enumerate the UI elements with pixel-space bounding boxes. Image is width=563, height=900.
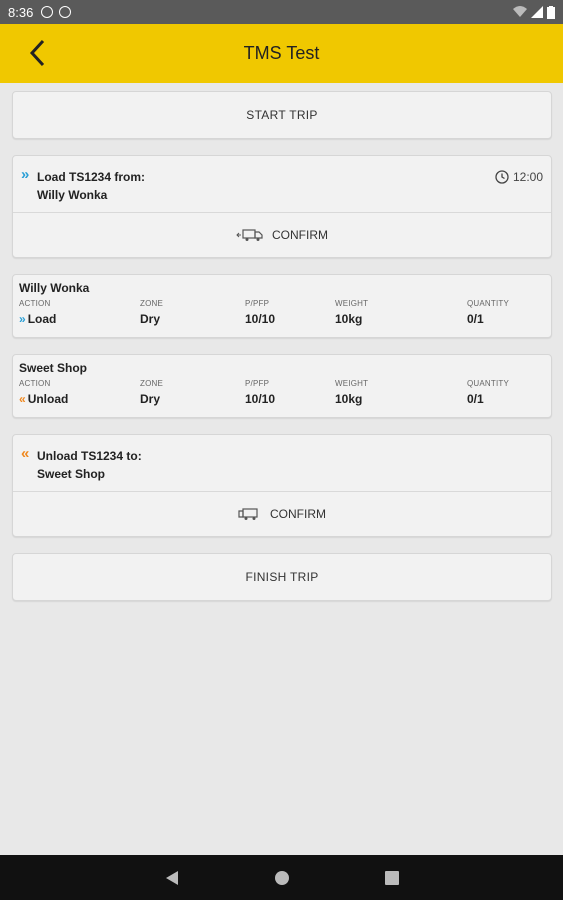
load-task-time: 12:00 [495,168,543,186]
load-time-text: 12:00 [512,170,543,184]
action-header: ACTION [19,379,51,388]
zone-value: Dry [140,312,161,326]
page-title: TMS Test [243,43,320,63]
stop-name: Willy Wonka [19,281,90,295]
back-button[interactable] [22,38,52,68]
nav-back-icon [165,870,178,885]
stop-details: ACTION ZONE P/PFP WEIGHT QUANTITY » Load … [19,299,545,326]
zone-header: ZONE [140,379,164,388]
load-confirm-button[interactable]: CONFIRM [13,212,551,257]
action-value: » Load [19,312,140,326]
nav-recents-button[interactable] [382,868,402,888]
nav-home-button[interactable] [272,868,292,888]
wifi-icon [513,6,527,17]
sync-icon [59,6,72,18]
system-nav-bar [0,855,563,900]
unload-task-card: « Unload TS1234 to: Sweet Shop CONFIRM [12,434,552,537]
unload-task-header: « Unload TS1234 to: Sweet Shop [13,435,551,491]
unload-chevron-icon: « [21,445,30,462]
unload-task-location: Sweet Shop [37,467,106,481]
quantity-value: 0/1 [467,392,484,406]
load-task-title: Load TS1234 from: [37,170,146,184]
clock-icon [495,170,509,184]
load-task-card: » Load TS1234 from: Willy Wonka 12:00 CO… [12,155,552,258]
load-chevron-icon: » [19,312,26,326]
ppfp-header: P/PFP [245,299,270,308]
zone-value: Dry [140,392,161,406]
back-arrow-icon [29,39,45,67]
nav-back-button[interactable] [162,868,182,888]
unload-task-title: Unload TS1234 to: [37,449,142,463]
load-chevron-icon: » [21,166,30,183]
nav-recents-icon [384,870,399,885]
quantity-header: QUANTITY [467,299,510,308]
trip-content: START TRIP » Load TS1234 from: Willy Won… [12,91,552,617]
notification-icon [41,6,54,18]
weight-value: 10kg [335,312,363,326]
ppfp-header: P/PFP [245,379,270,388]
load-task-location: Willy Wonka [37,188,108,202]
action-header: ACTION [19,299,51,308]
start-trip-button[interactable]: START TRIP [12,91,552,139]
stop-details: ACTION ZONE P/PFP WEIGHT QUANTITY «Unloa… [19,379,545,406]
start-trip-label: START TRIP [246,108,318,122]
load-task-header: » Load TS1234 from: Willy Wonka 12:00 [13,156,551,212]
ppfp-value: 10/10 [245,392,276,406]
stop-card-willy-wonka[interactable]: Willy Wonka ACTION ZONE P/PFP WEIGHT QUA… [12,274,552,338]
stop-name: Sweet Shop [19,361,88,375]
ppfp-value: 10/10 [245,312,276,326]
action-text: Unload [27,392,69,406]
quantity-value: 0/1 [467,312,484,326]
weight-header: WEIGHT [335,379,369,388]
weight-header: WEIGHT [335,299,369,308]
quantity-header: QUANTITY [467,379,510,388]
status-bar: 8:36 [0,0,563,24]
battery-icon [547,5,555,19]
unload-confirm-label: CONFIRM [270,507,326,521]
action-text: Load [27,312,57,326]
stop-card-sweet-shop[interactable]: Sweet Shop ACTION ZONE P/PFP WEIGHT QUAN… [12,354,552,418]
action-value: «Unload [19,392,140,406]
truck-load-icon [236,229,263,241]
finish-trip-label: FINISH TRIP [245,570,319,584]
finish-trip-button[interactable]: FINISH TRIP [12,553,552,601]
app-bar: TMS Test [0,24,563,83]
nav-home-icon [274,870,289,885]
weight-value: 10kg [335,392,363,406]
load-confirm-label: CONFIRM [272,228,328,242]
unload-chevron-icon: « [19,392,26,406]
truck-unload-icon [238,508,258,520]
zone-header: ZONE [140,299,164,308]
status-time: 8:36 [8,4,34,20]
signal-icon [531,6,543,18]
unload-confirm-button[interactable]: CONFIRM [13,491,551,536]
